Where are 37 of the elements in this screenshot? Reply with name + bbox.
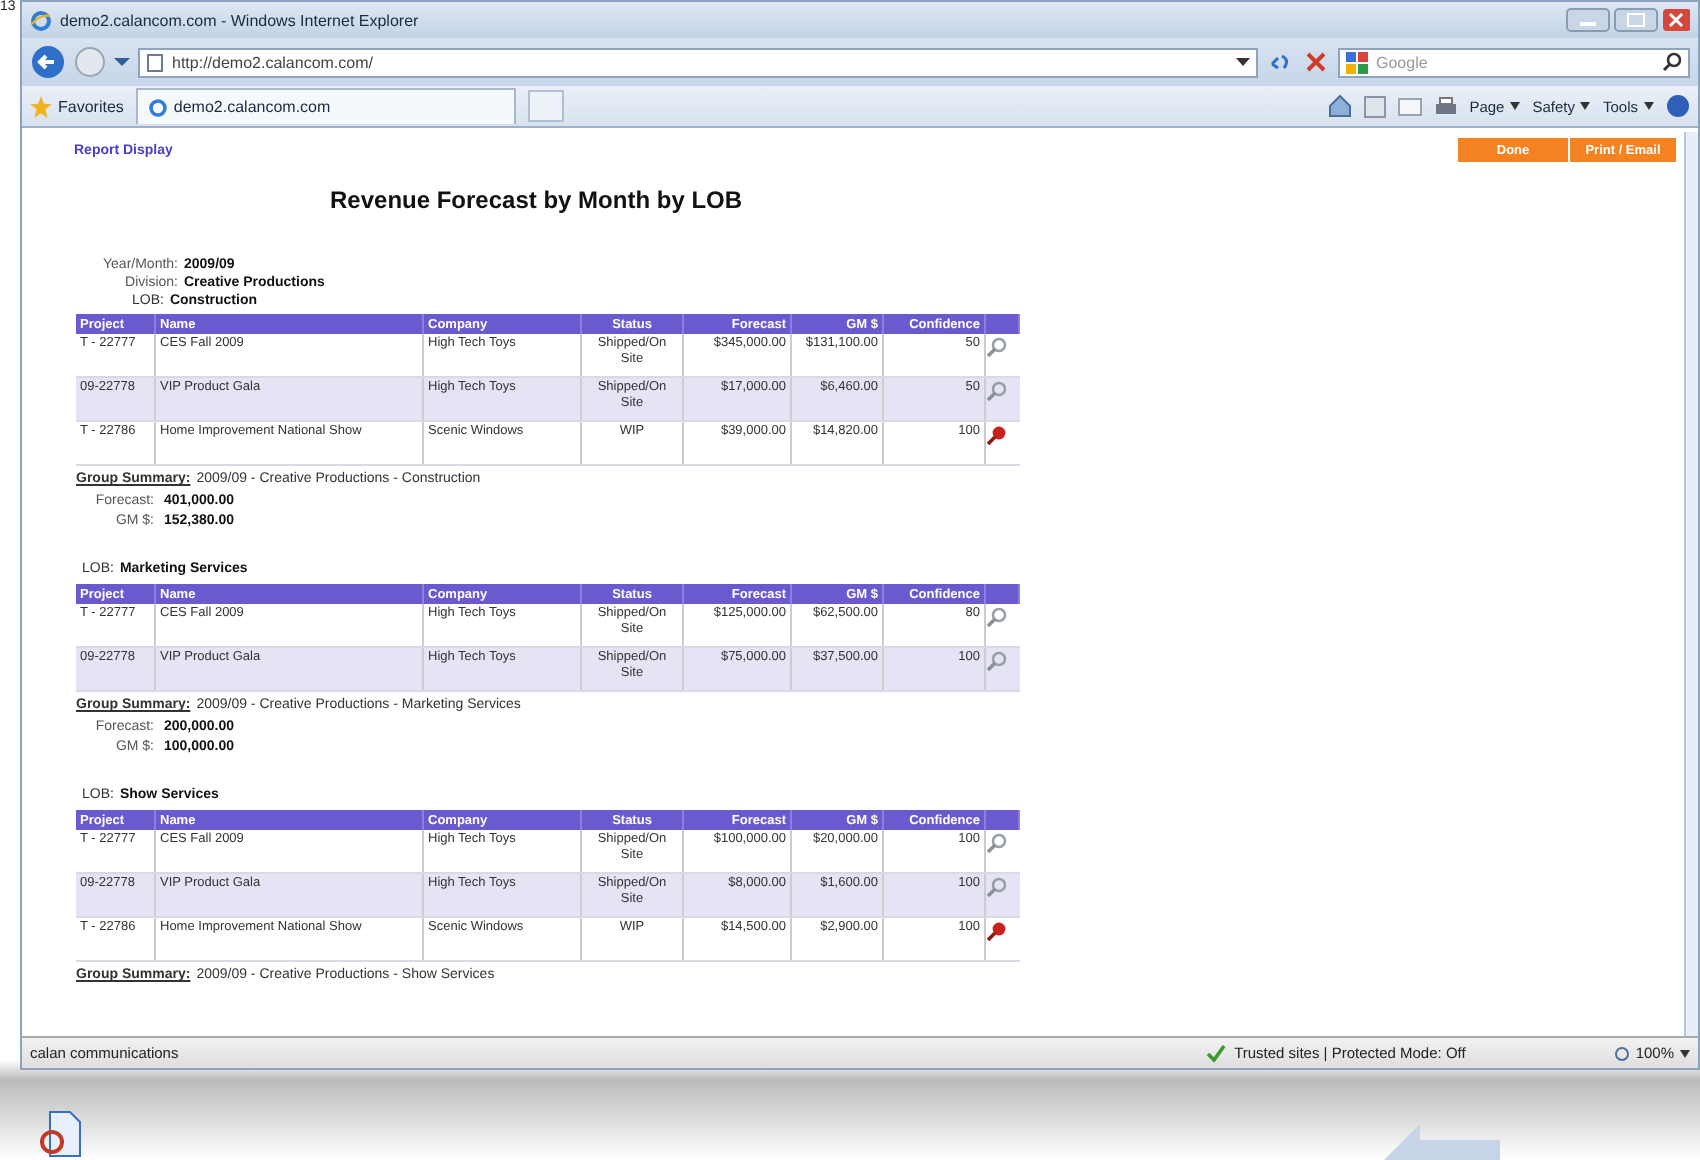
magnifier-icon[interactable] xyxy=(986,606,1008,628)
search-provider-icon xyxy=(1346,51,1368,73)
caret-icon xyxy=(1680,1049,1690,1057)
forward-icon[interactable] xyxy=(74,46,106,78)
magnifier-icon[interactable] xyxy=(986,876,1008,898)
favorites-button[interactable]: Favorites xyxy=(30,95,124,117)
pushpin-icon[interactable] xyxy=(986,920,1008,942)
page-icon xyxy=(146,53,164,71)
home-icon[interactable] xyxy=(1327,94,1352,118)
caret-icon xyxy=(1644,102,1654,110)
magnifier-icon[interactable] xyxy=(986,380,1008,402)
browser-logo-icon xyxy=(147,97,168,117)
arrow-icon xyxy=(1380,1120,1500,1160)
magnifier-icon[interactable] xyxy=(986,336,1008,358)
checkmark-icon xyxy=(1206,1043,1227,1063)
stop-icon[interactable] xyxy=(1302,48,1330,76)
caret-icon xyxy=(1580,102,1591,110)
close-icon[interactable] xyxy=(1662,8,1690,32)
report-title: Revenue Forecast by Month by LOB xyxy=(330,186,745,214)
magnifier-icon[interactable] xyxy=(986,650,1008,672)
browser-logo-icon xyxy=(30,9,52,31)
scrollbar[interactable] xyxy=(1684,132,1698,1036)
magnifier-icon[interactable] xyxy=(986,832,1008,854)
minimize-icon[interactable] xyxy=(1566,8,1610,32)
document-search-icon xyxy=(36,1110,84,1158)
search-icon[interactable] xyxy=(1662,52,1682,72)
address-field[interactable]: http://demo2.calancom.com/ xyxy=(138,47,1258,77)
caret-icon xyxy=(1510,102,1521,110)
print-icon[interactable] xyxy=(1433,95,1458,117)
star-icon xyxy=(30,95,52,117)
back-icon[interactable] xyxy=(30,44,66,80)
maximize-icon[interactable] xyxy=(1614,8,1658,32)
pushpin-icon[interactable] xyxy=(986,424,1008,446)
window-title: demo2.calancom.com - Windows Internet Explorer xyxy=(60,11,419,29)
dropdown-icon[interactable] xyxy=(1236,57,1250,67)
new-tab-button[interactable] xyxy=(527,90,564,122)
browser-tab[interactable]: demo2.calancom.com xyxy=(135,88,516,124)
